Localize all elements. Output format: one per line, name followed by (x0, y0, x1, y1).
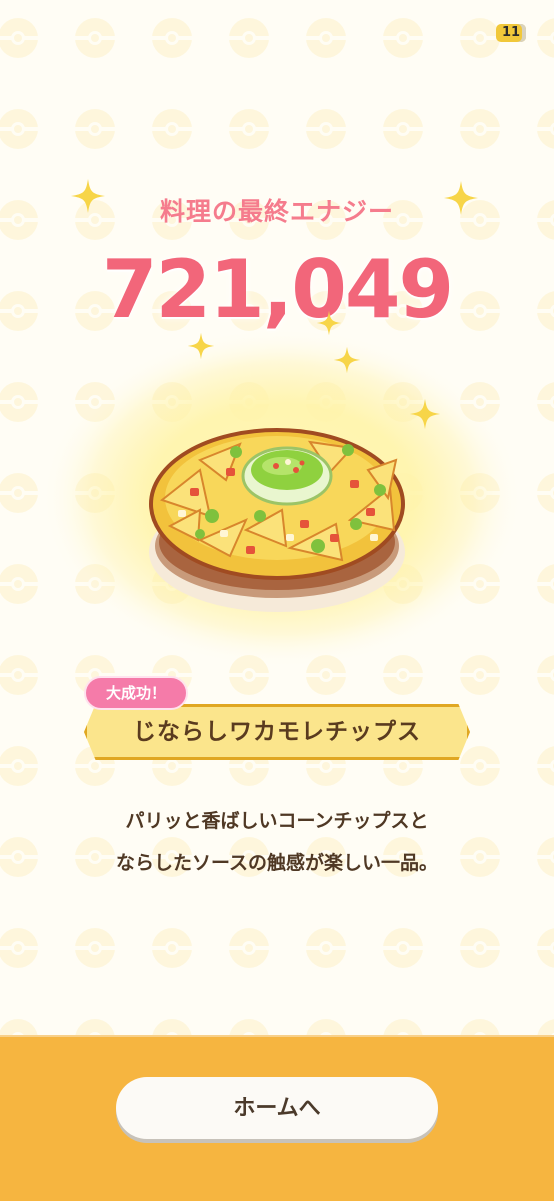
dish-name-banner: じならしワカモレチップス (84, 704, 470, 760)
description-line-2: ならしたソースの触感が楽しい一品。 (115, 852, 439, 874)
sparkle-icon (444, 181, 478, 215)
great-success-badge: 大成功！ (84, 676, 188, 710)
status-badge: 11 (496, 24, 526, 42)
home-button[interactable]: ホームへ (116, 1077, 438, 1139)
dish-name: じならしワカモレチップス (133, 719, 421, 745)
sparkle-icon (71, 179, 105, 213)
nachos-dish-illustration (149, 428, 405, 612)
dish-description: パリッと香ばしいコーンチップスと ならしたソースの触感が楽しい一品。 (0, 800, 554, 884)
description-line-1: パリッと香ばしいコーンチップスと (125, 810, 429, 832)
